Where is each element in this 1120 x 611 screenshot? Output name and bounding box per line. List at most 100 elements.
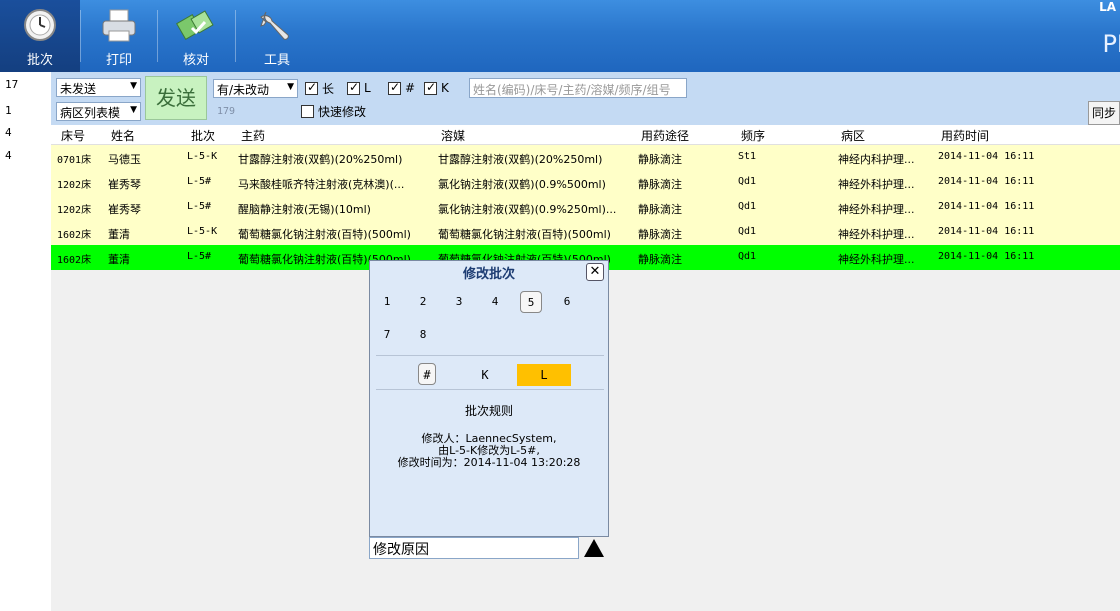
checkbox-l-box[interactable] (347, 80, 360, 95)
cell-ward: 神经外科护理... (838, 253, 915, 266)
change-filter-select[interactable]: 有/未改动 ▼ (213, 79, 298, 98)
send-button[interactable]: 发送 (145, 76, 207, 120)
modify-reason-input[interactable]: 修改原因 (369, 537, 579, 559)
cell-frequency: Qd1 (738, 176, 757, 187)
quick-edit-checkbox[interactable]: 快速修改 (301, 103, 366, 119)
col-ward[interactable]: 病区 (841, 127, 865, 144)
close-icon[interactable]: ✕ (586, 263, 604, 281)
left-count-panel: 17 1 4 4 (0, 72, 51, 611)
cell-route: 静脉滴注 (638, 253, 682, 266)
batch-option-hash[interactable]: # (418, 363, 436, 385)
cell-time: 2014-11-04 16:11 (938, 251, 1035, 262)
cell-batch: L-5# (187, 251, 212, 262)
check-icon (176, 10, 214, 40)
checkbox-k-box[interactable] (424, 80, 437, 95)
ribbon-check-label: 核对 (182, 53, 209, 68)
search-input[interactable]: 姓名(编码)/床号/主药/溶媒/频序/组号 (469, 78, 687, 98)
cell-frequency: Qd1 (738, 251, 757, 262)
batch-number-1[interactable]: 1 (376, 291, 398, 313)
batch-number-3[interactable]: 3 (448, 291, 470, 313)
batch-rule-title: 批次规则 (464, 404, 513, 418)
quick-edit-box[interactable] (301, 104, 314, 118)
cell-time: 2014-11-04 16:11 (938, 176, 1035, 187)
checkbox-l[interactable]: L (347, 80, 371, 96)
count-ward: 1 (5, 104, 12, 117)
brand-text-bottom: PI (1102, 30, 1120, 58)
ribbon-batch-button[interactable]: 批次 (0, 0, 80, 72)
col-bed[interactable]: 床号 (61, 127, 85, 144)
send-status-select[interactable]: 未发送 ▼ (56, 78, 141, 97)
cell-batch: L-5# (187, 176, 212, 187)
expand-up-icon[interactable] (584, 539, 604, 557)
cell-time: 2014-11-04 16:11 (938, 226, 1035, 237)
cell-solvent: 氯化钠注射液(双鹤)(0.9%250ml)... (438, 203, 617, 216)
cell-route: 静脉滴注 (638, 228, 682, 241)
col-solvent[interactable]: 溶媒 (441, 127, 465, 144)
col-drug[interactable]: 主药 (241, 127, 265, 144)
cell-route: 静脉滴注 (638, 203, 682, 216)
cell-frequency: Qd1 (738, 201, 757, 212)
view-mode-select[interactable]: 病区列表模 ▼ (56, 102, 141, 121)
ribbon-tools-label: 工具 (263, 53, 290, 68)
ribbon-print-button[interactable]: 打印 (81, 0, 157, 72)
cell-frequency: St1 (738, 151, 757, 162)
batch-option-k[interactable]: K (474, 364, 496, 386)
count-rows: 4 (5, 149, 12, 162)
col-batch[interactable]: 批次 (191, 127, 215, 144)
checkbox-hash-label: # (405, 81, 416, 95)
batch-number-7[interactable]: 7 (376, 324, 398, 346)
chevron-down-icon: ▼ (130, 81, 137, 91)
batch-number-8[interactable]: 8 (412, 324, 434, 346)
cell-drug: 葡萄糖氯化钠注射液(百特)(500ml) (238, 228, 411, 241)
batch-number-6[interactable]: 6 (556, 291, 578, 313)
cell-route: 静脉滴注 (638, 178, 682, 191)
checkbox-long-label: 长 (322, 81, 335, 96)
cell-name: 董清 (108, 228, 130, 241)
table-row[interactable]: 1202床 崔秀琴 L-5# 醒脑静注射液(无锡)(10ml) 氯化钠注射液(双… (51, 195, 1120, 220)
checkbox-hash-box[interactable] (388, 80, 401, 95)
ribbon-batch-label: 批次 (26, 53, 53, 68)
cell-bed: 1202床 (57, 205, 92, 216)
batch-number-4[interactable]: 4 (484, 291, 506, 313)
cell-drug: 醒脑静注射液(无锡)(10ml) (238, 203, 371, 216)
change-filter-value: 有/未改动 (217, 83, 270, 97)
cell-bed: 1602床 (57, 230, 92, 241)
table-row[interactable]: 1602床 董清 L-5-K 葡萄糖氯化钠注射液(百特)(500ml) 葡萄糖氯… (51, 220, 1120, 245)
checkbox-long[interactable]: 长 (305, 80, 334, 96)
cell-frequency: Qd1 (738, 226, 757, 237)
batch-option-l[interactable]: L (517, 364, 571, 386)
batch-number-2[interactable]: 2 (412, 291, 434, 313)
cell-name: 董清 (108, 253, 130, 266)
table-row[interactable]: 1202床 崔秀琴 L-5# 马来酸桂哌齐特注射液(克林澳)(... 氯化钠注射… (51, 170, 1120, 195)
cell-ward: 神经内科护理... (838, 153, 915, 166)
checkbox-hash[interactable]: # (388, 80, 415, 96)
checkbox-k-label: K (441, 81, 449, 95)
sync-button[interactable]: 同步 (1088, 101, 1120, 125)
cell-ward: 神经外科护理... (838, 228, 915, 241)
checkbox-k[interactable]: K (424, 80, 449, 96)
modify-log-time: 修改时间为：2014-11-04 13:20:28 (397, 456, 581, 469)
clock-icon (24, 9, 56, 41)
cell-ward: 神经外科护理... (838, 178, 915, 191)
cell-bed: 1602床 (57, 255, 92, 266)
checkbox-l-label: L (364, 81, 371, 95)
chevron-down-icon: ▼ (287, 82, 294, 92)
col-frequency[interactable]: 频序 (741, 127, 765, 144)
cell-solvent: 葡萄糖氯化钠注射液(百特)(500ml) (438, 228, 611, 241)
table-row[interactable]: 0701床 马德玉 L-5-K 甘露醇注射液(双鹤)(20%250ml) 甘露醇… (51, 145, 1120, 170)
dialog-title: 修改批次 (462, 267, 515, 282)
ribbon-check-button[interactable]: 核对 (158, 0, 234, 72)
col-route[interactable]: 用药途径 (641, 127, 689, 144)
cell-name: 崔秀琴 (108, 203, 141, 216)
quick-edit-label: 快速修改 (318, 104, 367, 119)
ribbon-print-label: 打印 (105, 53, 132, 68)
divider (376, 355, 604, 356)
checkbox-long-box[interactable] (305, 80, 318, 95)
col-time[interactable]: 用药时间 (941, 127, 989, 144)
cell-time: 2014-11-04 16:11 (938, 151, 1035, 162)
batch-number-5[interactable]: 5 (520, 291, 542, 313)
ribbon-tools-button[interactable]: 工具 (236, 0, 318, 72)
cell-drug: 甘露醇注射液(双鹤)(20%250ml) (238, 153, 403, 166)
table-header: 床号 姓名 批次 主药 溶媒 用药途径 频序 病区 用药时间 (51, 125, 1120, 145)
col-name[interactable]: 姓名 (111, 127, 135, 144)
